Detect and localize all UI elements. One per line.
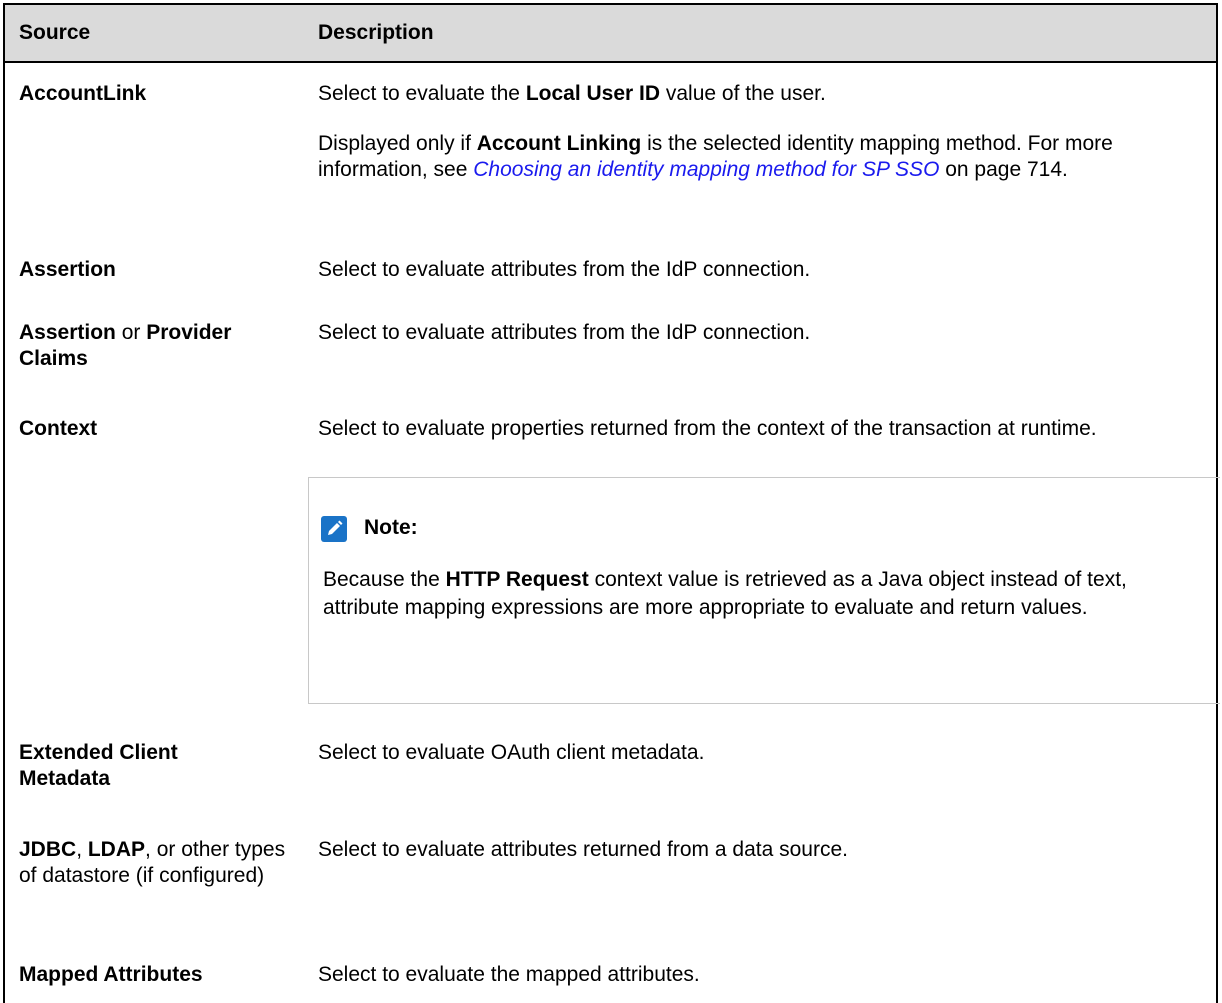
note-title: Note: — [364, 516, 418, 539]
identity-mapping-link[interactable]: Choosing an identity mapping method for … — [473, 158, 939, 181]
desc-assertion: Select to evaluate attributes from the I… — [318, 258, 811, 281]
header-source: Source — [19, 21, 91, 44]
source-description-table: Source Description AccountLink Select to… — [3, 3, 1220, 1003]
desc-jdbc-ldap: Select to evaluate attributes returned f… — [318, 838, 848, 861]
source-text: or — [115, 321, 147, 344]
table-header: Source Description — [5, 5, 1216, 63]
note-box: Note: Because the HTTP Request context v… — [308, 477, 1220, 704]
source-assertion-provider-claims: Assertion or Provider Claims — [19, 320, 299, 372]
desc-accountlink: Select to evaluate the Local User ID val… — [318, 81, 1208, 107]
note-text: Because the — [323, 568, 446, 591]
source-accountlink: AccountLink — [19, 82, 147, 105]
desc-extended-client-metadata: Select to evaluate OAuth client metadata… — [318, 741, 705, 764]
desc-bold: Local User ID — [525, 82, 661, 105]
desc-text: Displayed only if — [318, 132, 477, 155]
desc-assertion-provider-claims: Select to evaluate attributes from the I… — [318, 321, 811, 344]
header-description: Description — [318, 21, 434, 44]
source-text: , — [76, 838, 88, 861]
desc-mapped-attributes: Select to evaluate the mapped attributes… — [318, 963, 700, 986]
source-extended-client-metadata: Extended Client Metadata — [19, 741, 178, 790]
source-assertion: Assertion — [19, 258, 116, 281]
pencil-note-icon — [321, 516, 347, 542]
source-bold: LDAP — [87, 838, 146, 861]
desc-bold: Account Linking — [476, 132, 642, 155]
desc-text: on page 714. — [939, 158, 1068, 181]
source-jdbc-ldap: JDBC, LDAP, or other types of datastore … — [19, 837, 299, 889]
note-bold: HTTP Request — [445, 568, 589, 591]
source-mapped-attributes: Mapped Attributes — [19, 963, 203, 986]
source-bold: Assertion — [19, 321, 116, 344]
desc-text: value of the user. — [660, 82, 826, 105]
desc-accountlink-detail: Displayed only if Account Linking is the… — [318, 131, 1198, 183]
note-body: Because the HTTP Request context value i… — [323, 566, 1203, 622]
desc-context: Select to evaluate properties returned f… — [318, 417, 1097, 440]
desc-text: Select to evaluate the — [318, 82, 526, 105]
source-context: Context — [19, 417, 98, 440]
source-bold: JDBC — [19, 838, 77, 861]
